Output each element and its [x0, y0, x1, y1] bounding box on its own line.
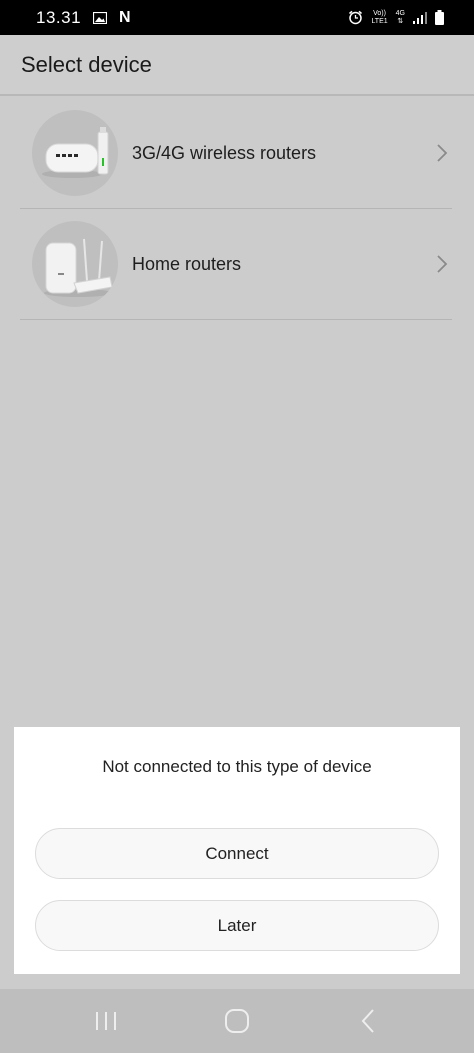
- gallery-icon: [93, 11, 108, 24]
- volte-indicator: Vo)) LTE1: [371, 10, 387, 26]
- device-item-label: 3G/4G wireless routers: [132, 142, 317, 163]
- network-type-text: 4G: [395, 9, 405, 17]
- volte-top-text: Vo)): [373, 9, 386, 17]
- status-time: 13.31: [36, 7, 82, 27]
- status-left: 13.31 N: [36, 8, 131, 28]
- back-button[interactable]: [338, 997, 398, 1045]
- status-bar: 13.31 N Vo)) LTE1 4G ⇅: [0, 0, 474, 35]
- dialog-message: Not connected to this type of device: [102, 757, 372, 776]
- device-item-label: Home routers: [132, 253, 242, 274]
- battery-icon: [435, 10, 444, 25]
- home-icon: [224, 1009, 249, 1033]
- notification-n-icon: N: [119, 8, 131, 26]
- wireless-router-image: [32, 110, 118, 196]
- recent-apps-icon: [95, 1012, 116, 1030]
- status-right: Vo)) LTE1 4G ⇅: [348, 10, 444, 26]
- data-arrows-icon: ⇅: [397, 17, 404, 25]
- app-header: Select device: [0, 35, 474, 96]
- alarm-icon: [348, 10, 363, 25]
- connect-button[interactable]: Connect: [35, 828, 439, 879]
- device-item-wireless-routers[interactable]: 3G/4G wireless routers: [20, 98, 452, 209]
- chevron-right-icon: [434, 142, 450, 164]
- navigation-bar: [0, 989, 474, 1053]
- device-list: 3G/4G wireless routers Home routers: [20, 98, 452, 320]
- screen: 13.31 N Vo)) LTE1 4G ⇅ Select device 3G/…: [0, 0, 474, 1053]
- home-button[interactable]: [207, 997, 267, 1045]
- back-icon: [361, 1009, 375, 1033]
- volte-bottom-text: LTE1: [371, 17, 388, 25]
- device-item-home-routers[interactable]: Home routers: [20, 209, 452, 320]
- page-title: Select device: [21, 51, 152, 77]
- network-type-indicator: 4G ⇅: [396, 10, 405, 26]
- connection-dialog: Not connected to this type of device Con…: [14, 727, 460, 974]
- chevron-right-icon: [434, 253, 450, 275]
- recent-apps-button[interactable]: [76, 997, 136, 1045]
- home-router-image: [32, 221, 118, 307]
- signal-icon: [413, 11, 427, 24]
- later-button[interactable]: Later: [35, 900, 439, 951]
